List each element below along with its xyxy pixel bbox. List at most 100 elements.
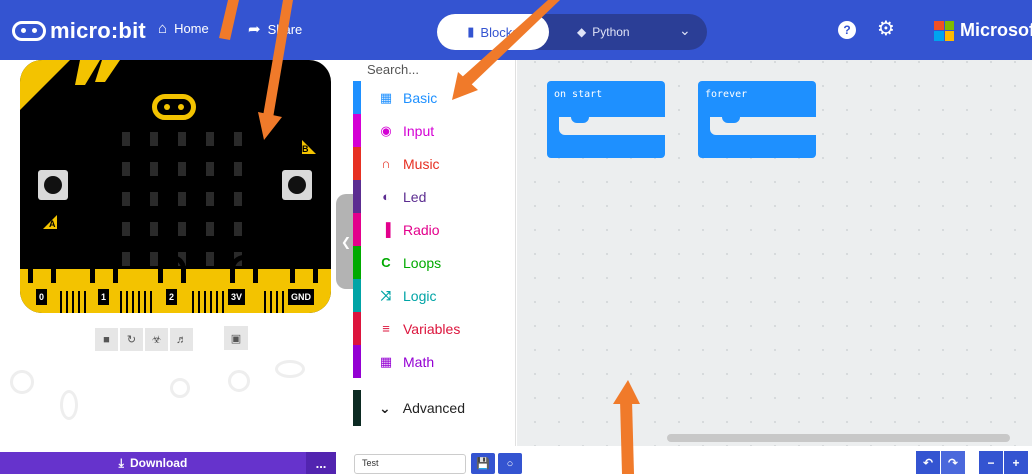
background-decoration — [10, 370, 34, 394]
pin-ring[interactable] — [158, 255, 186, 283]
pin-label: 0 — [36, 289, 48, 305]
category-led[interactable]: ◐ Led — [353, 180, 516, 213]
led — [234, 162, 242, 176]
toolbox: Search... ▦ Basic ◉ Input ∩ Music ◐ Led ▐ Radio C L… — [353, 60, 516, 446]
led — [150, 222, 158, 236]
share-icon: ➦ — [248, 21, 261, 38]
help-icon[interactable]: ? — [838, 21, 856, 39]
category-label: Led — [403, 188, 427, 205]
on-start-block[interactable]: on start — [547, 81, 665, 158]
pin-label: 2 — [166, 289, 178, 305]
category-advanced[interactable]: ⌄ Advanced — [353, 390, 516, 426]
undo-icon[interactable]: ↶ — [916, 451, 940, 474]
category-label: Music — [403, 155, 440, 172]
category-variables[interactable]: ≡ Variables — [353, 312, 516, 345]
category-label: Variables — [403, 320, 461, 337]
edge-stripe — [120, 291, 122, 313]
pin-label: GND — [288, 289, 314, 305]
stop-icon[interactable]: ■ — [95, 328, 118, 351]
touch-logo-icon[interactable] — [152, 94, 196, 120]
category-label: Basic — [403, 89, 438, 106]
edge-stripe — [270, 291, 272, 313]
category-math[interactable]: ▦ Math — [353, 345, 516, 378]
share-button[interactable]: ➦ Share — [248, 20, 302, 38]
category-label: Logic — [403, 287, 437, 304]
home-label: Home — [174, 21, 209, 36]
simulator-panel: A B 0 1 2 3V GND ■ ↻ ☣ ♬ ▣ — [0, 60, 353, 446]
pin-ring[interactable] — [230, 255, 258, 283]
led — [178, 222, 186, 236]
logo-text: micro:bit — [50, 18, 146, 43]
forever-block[interactable]: forever — [698, 81, 816, 158]
home-button[interactable]: ⌂ Home — [158, 20, 209, 37]
category-label: Radio — [403, 221, 440, 238]
microsoft-logo[interactable]: Microsoft — [934, 20, 1032, 41]
save-icon[interactable]: 💾 — [471, 453, 495, 474]
edge-stripe — [78, 291, 80, 313]
button-b[interactable] — [282, 170, 312, 200]
edge-stripe — [222, 291, 224, 313]
debug-icon[interactable]: ☣ — [145, 328, 168, 351]
blocks-tab[interactable]: ▮ Blocks — [437, 14, 549, 50]
toggle-icon: ◐ — [382, 189, 390, 204]
block-slot — [559, 117, 665, 135]
led — [122, 192, 130, 206]
zoom-in-icon[interactable]: + — [1004, 451, 1028, 474]
category-loops[interactable]: C Loops — [353, 246, 516, 279]
pin-ring[interactable] — [90, 255, 118, 283]
blocks-workspace[interactable]: on start forever — [517, 60, 1032, 446]
button-a[interactable] — [38, 170, 68, 200]
edge-stripe — [282, 291, 284, 313]
mute-icon[interactable]: ♬ — [170, 328, 193, 351]
background-decoration — [275, 360, 305, 378]
microbit-logo[interactable]: micro:bit — [12, 18, 146, 44]
background-decoration — [60, 390, 78, 420]
python-icon: ◆ — [577, 25, 587, 39]
led — [122, 222, 130, 236]
edge-stripe — [210, 291, 212, 313]
edge-stripe — [132, 291, 134, 313]
button-a-label: A — [49, 219, 56, 229]
lines-icon: ≡ — [382, 321, 390, 336]
microbit-board[interactable]: A B 0 1 2 3V GND — [20, 60, 331, 313]
zoom-out-icon[interactable]: − — [979, 451, 1003, 474]
python-tab[interactable]: ◆ Python — [577, 14, 630, 50]
category-logic[interactable]: ⤨ Logic — [353, 279, 516, 312]
category-radio[interactable]: ▐ Radio — [353, 213, 516, 246]
python-label: Python — [592, 25, 630, 39]
toolbox-search-input[interactable]: Search... — [353, 60, 516, 80]
edge-stripe — [138, 291, 140, 313]
download-button[interactable]: ⤓ Download — [0, 452, 306, 474]
more-options-button[interactable]: ... — [306, 452, 336, 474]
category-basic[interactable]: ▦ Basic — [353, 81, 516, 114]
edge-stripe — [66, 291, 68, 313]
fullscreen-icon[interactable]: ▣ — [224, 326, 248, 350]
led — [150, 252, 158, 266]
led — [206, 252, 214, 266]
github-icon[interactable]: ○ — [498, 453, 522, 474]
edge-stripe — [264, 291, 266, 313]
restart-icon[interactable]: ↻ — [120, 328, 143, 351]
chevron-down-icon[interactable]: ⌄ — [679, 22, 691, 39]
project-name-input[interactable]: Test — [354, 454, 466, 474]
gear-icon[interactable]: ⚙ — [877, 18, 895, 40]
led — [206, 222, 214, 236]
edge-stripe — [60, 291, 62, 313]
category-input[interactable]: ◉ Input — [353, 114, 516, 147]
advanced-label: Advanced — [402, 400, 466, 416]
board-corner-stripes — [20, 60, 120, 110]
editor-mode-toggle: ▮ Blocks ◆ Python ⌄ — [437, 14, 707, 50]
edge-stripe — [126, 291, 128, 313]
simulator-toolbar: ■ ↻ ☣ ♬ — [95, 328, 193, 351]
edge-stripe — [276, 291, 278, 313]
edge-stripe — [216, 291, 218, 313]
category-label: Loops — [403, 254, 442, 271]
horizontal-scrollbar[interactable] — [667, 434, 1010, 442]
category-music[interactable]: ∩ Music — [353, 147, 516, 180]
redo-icon[interactable]: ↷ — [941, 451, 965, 474]
led — [122, 162, 130, 176]
download-label: Download — [129, 456, 188, 470]
pin-ring[interactable] — [290, 255, 318, 283]
pin-ring[interactable] — [28, 255, 56, 283]
led — [206, 192, 214, 206]
